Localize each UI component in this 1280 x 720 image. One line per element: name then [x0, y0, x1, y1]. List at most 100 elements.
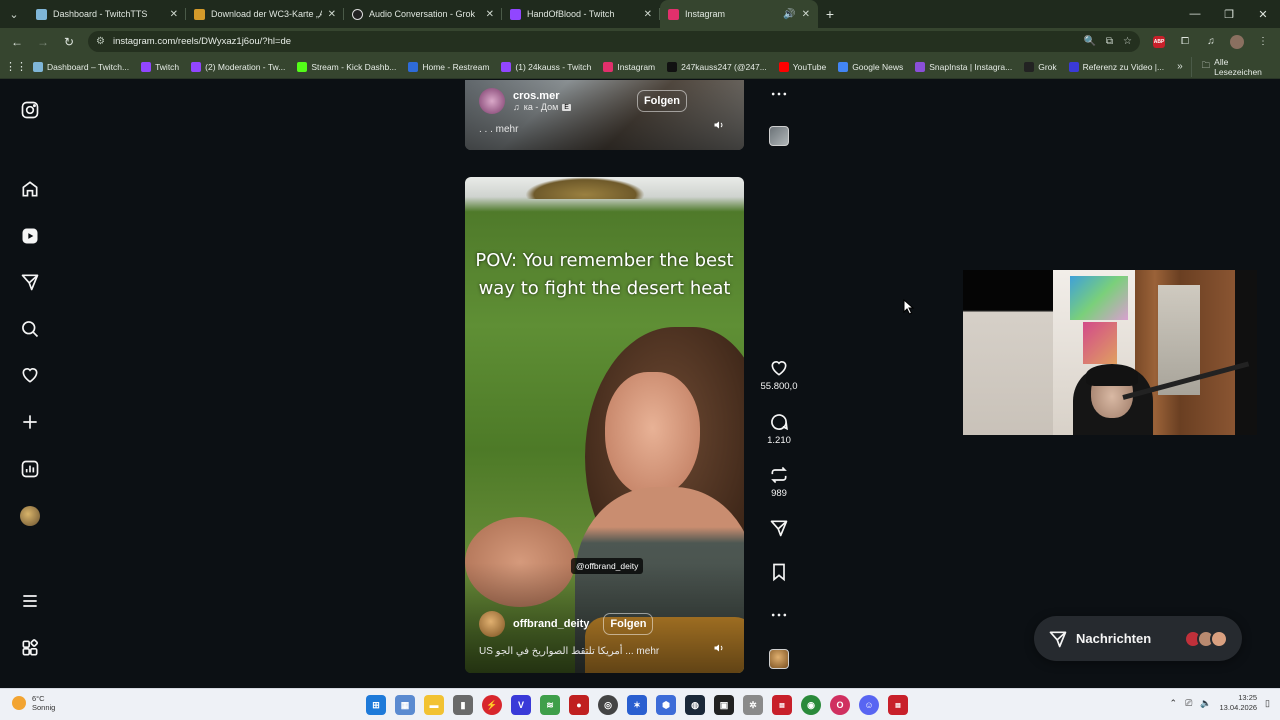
- windows-start-icon[interactable]: ⊞: [366, 695, 386, 715]
- minimize-icon[interactable]: —: [1178, 0, 1212, 28]
- video-editor-icon[interactable]: ▤: [888, 695, 908, 715]
- bookmark-star-icon[interactable]: ☆: [1123, 36, 1132, 47]
- battlenet-icon[interactable]: ✶: [627, 695, 647, 715]
- layers-app-icon[interactable]: ≋: [540, 695, 560, 715]
- discord-icon[interactable]: ☺: [859, 695, 879, 715]
- previous-reel-audio-thumbnail[interactable]: [760, 126, 798, 146]
- instagram-logo-icon[interactable]: [18, 98, 42, 122]
- tab-close-icon[interactable]: ✕: [486, 9, 494, 20]
- volume-icon[interactable]: [712, 641, 726, 655]
- bookmark-item[interactable]: SnapInsta | Instagra...: [910, 57, 1017, 77]
- save-bookmark-icon[interactable]: [760, 562, 798, 582]
- opera-gx-icon[interactable]: O: [830, 695, 850, 715]
- network-icon[interactable]: ⎚: [1185, 698, 1192, 709]
- volume-icon[interactable]: [712, 118, 726, 132]
- direct-messages-icon[interactable]: [18, 270, 42, 294]
- address-bar[interactable]: ⚙ instagram.com/reels/DWyxaz1j6ou/?hl=de…: [88, 31, 1140, 52]
- install-app-icon[interactable]: ⧉: [1106, 36, 1113, 47]
- obs-icon[interactable]: ◎: [598, 695, 618, 715]
- author-name[interactable]: cros.mer: [513, 90, 571, 102]
- bookmark-item[interactable]: Stream - Kick Dashb...: [292, 57, 401, 77]
- tab-close-icon[interactable]: ✕: [802, 9, 810, 20]
- v-app-icon[interactable]: V: [511, 695, 531, 715]
- main-reel-video[interactable]: POV: You remember the best way to fight …: [465, 177, 744, 673]
- chrome-icon[interactable]: ◉: [801, 695, 821, 715]
- notifications-heart-icon[interactable]: [18, 363, 42, 387]
- tab-grok[interactable]: Audio Conversation - Grok ✕: [344, 0, 502, 28]
- extensions-puzzle-icon[interactable]: ⧠: [1174, 31, 1196, 53]
- audio-track[interactable]: ♫ ка - Дом E: [513, 102, 571, 112]
- more-menu-icon[interactable]: [18, 589, 42, 613]
- bookmark-item[interactable]: Grok: [1019, 57, 1061, 77]
- tray-overflow-chevron-icon[interactable]: ⌃: [1170, 698, 1178, 709]
- media-control-icon[interactable]: ♫: [1200, 31, 1222, 53]
- streamerbot-icon[interactable]: ⬢: [656, 695, 676, 715]
- reload-icon[interactable]: ↻: [58, 31, 80, 53]
- calculator-icon[interactable]: ▦: [395, 695, 415, 715]
- zoom-icon[interactable]: 🔍: [1083, 36, 1095, 47]
- comment-button[interactable]: 1.210: [760, 412, 798, 446]
- url-text[interactable]: instagram.com/reels/DWyxaz1j6ou/?hl=de: [113, 36, 1075, 47]
- new-tab-button[interactable]: +: [818, 0, 842, 28]
- terminal-icon[interactable]: ▣: [714, 695, 734, 715]
- home-icon[interactable]: [18, 177, 42, 201]
- audio-thumbnail[interactable]: [760, 649, 798, 669]
- opera-icon[interactable]: ⚡: [482, 695, 502, 715]
- record-app-icon[interactable]: ●: [569, 695, 589, 715]
- apps-grid-icon[interactable]: ⋮⋮: [5, 60, 27, 73]
- close-window-icon[interactable]: ✕: [1246, 0, 1280, 28]
- author-name[interactable]: offbrand_deity: [513, 618, 589, 630]
- also-from-meta-icon[interactable]: [18, 636, 42, 660]
- follow-button[interactable]: Folgen: [636, 90, 688, 112]
- profile-avatar[interactable]: [18, 504, 42, 528]
- forward-arrow-icon[interactable]: →: [32, 31, 54, 53]
- previous-reel-more-icon[interactable]: [760, 84, 798, 104]
- tagged-user-chip[interactable]: @offbrand_deity: [571, 558, 644, 574]
- profile-avatar[interactable]: [1226, 31, 1248, 53]
- dashboard-chart-icon[interactable]: [18, 457, 42, 481]
- tab-audio-icon[interactable]: 🔊: [783, 9, 795, 20]
- create-plus-icon[interactable]: [18, 410, 42, 434]
- restore-icon[interactable]: ❐: [1212, 0, 1246, 28]
- weather-widget[interactable]: 6°C Sonnig: [12, 694, 55, 712]
- share-icon[interactable]: [760, 518, 798, 538]
- bookmark-item[interactable]: 247kauss247 (@247...: [662, 57, 772, 77]
- volume-icon[interactable]: 🔈: [1200, 698, 1211, 709]
- clock[interactable]: 13:25 13.04.2026: [1220, 693, 1258, 713]
- bookmark-item[interactable]: Home - Restream: [403, 57, 494, 77]
- bookmark-item[interactable]: YouTube: [774, 57, 831, 77]
- more-options-icon[interactable]: [760, 605, 798, 625]
- bookmark-item[interactable]: (1) 24kauss - Twitch: [496, 57, 596, 77]
- tab-twitchtts[interactable]: Dashboard - TwitchTTS ✕: [28, 0, 186, 28]
- mouse-app-icon[interactable]: ▮: [453, 695, 473, 715]
- bookmarks-overflow-button[interactable]: »: [1171, 61, 1189, 72]
- back-arrow-icon[interactable]: ←: [6, 31, 28, 53]
- like-button[interactable]: 55.800,0: [760, 358, 798, 392]
- messages-button[interactable]: Nachrichten: [1034, 616, 1242, 661]
- tab-close-icon[interactable]: ✕: [644, 9, 652, 20]
- adblock-extension-icon[interactable]: ABP: [1148, 31, 1170, 53]
- tab-handofblood[interactable]: HandOfBlood - Twitch ✕: [502, 0, 660, 28]
- author-avatar[interactable]: [479, 88, 505, 114]
- settings-gear-icon[interactable]: ✲: [743, 695, 763, 715]
- notifications-icon[interactable]: ▯: [1265, 698, 1270, 709]
- bookmark-item[interactable]: Dashboard – Twitch...: [28, 57, 134, 77]
- follow-button[interactable]: Folgen: [603, 613, 654, 635]
- bookmark-item[interactable]: Twitch: [136, 57, 184, 77]
- bookmark-item[interactable]: (2) Moderation - Tw...: [186, 57, 290, 77]
- tab-instagram[interactable]: Instagram 🔊 ✕: [660, 0, 818, 28]
- reels-icon[interactable]: [18, 224, 42, 248]
- bookmark-item[interactable]: Referenz zu Video |...: [1064, 57, 1169, 77]
- tab-search-icon[interactable]: ⌄: [0, 0, 28, 28]
- author-avatar[interactable]: [479, 611, 505, 637]
- previous-reel-video[interactable]: cros.mer ♫ ка - Дом E Folgen . . . mehr: [465, 80, 744, 150]
- browser-menu-icon[interactable]: ⋮: [1252, 31, 1274, 53]
- repost-button[interactable]: 989: [760, 465, 798, 499]
- search-icon[interactable]: [18, 317, 42, 341]
- all-bookmarks-button[interactable]: 🗀 Alle Lesezeichen: [1190, 56, 1274, 77]
- bookmark-item[interactable]: Google News: [833, 57, 908, 77]
- reel-description[interactable]: . . . mehr: [479, 124, 518, 135]
- tab-close-icon[interactable]: ✕: [170, 9, 178, 20]
- file-explorer-icon[interactable]: ▬: [424, 695, 444, 715]
- streamer-app-icon[interactable]: ▤: [772, 695, 792, 715]
